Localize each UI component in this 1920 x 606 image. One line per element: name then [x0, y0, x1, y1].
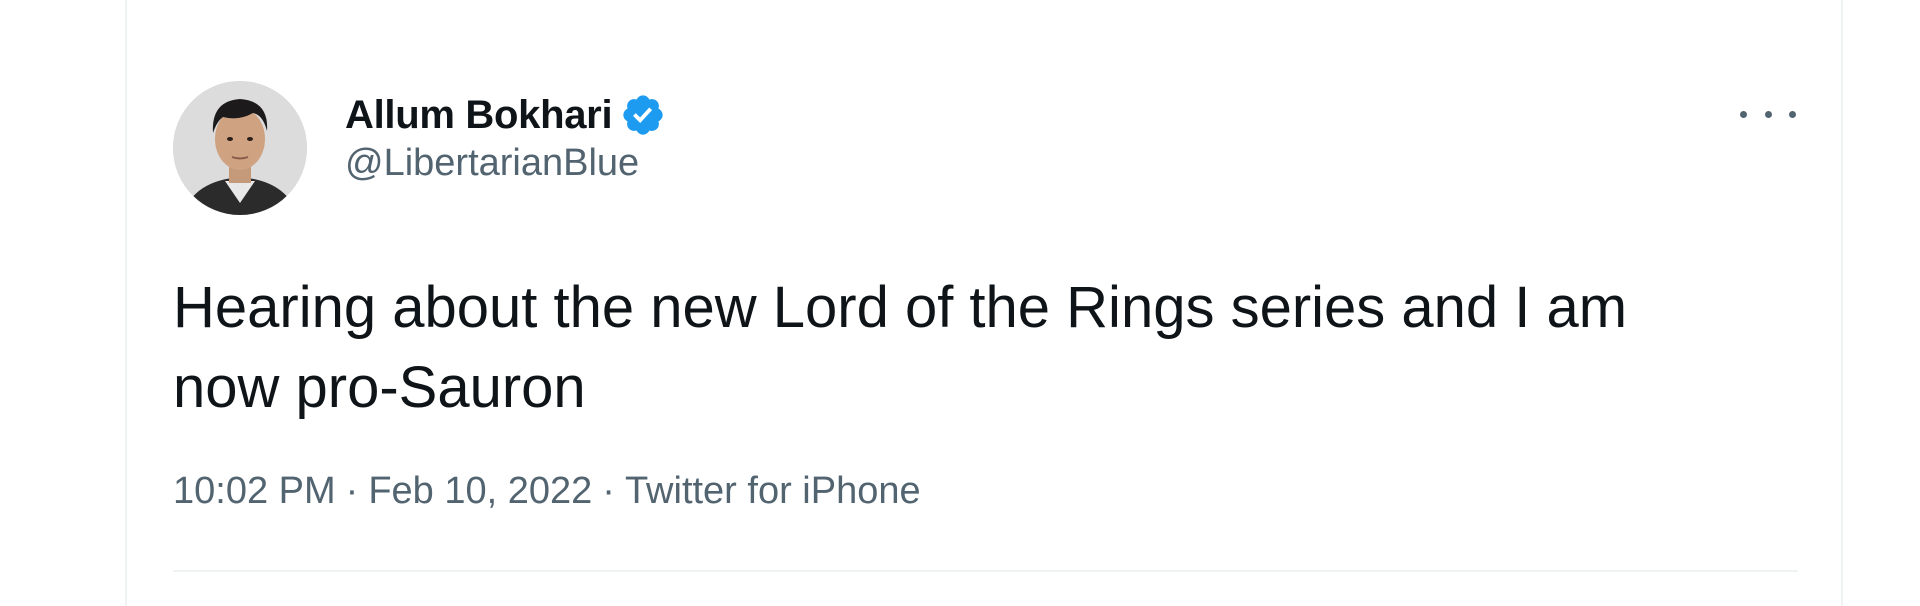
more-dot: [1740, 110, 1747, 118]
avatar[interactable]: [173, 81, 307, 215]
more-dot: [1789, 110, 1796, 118]
tweet-time[interactable]: 10:02 PM: [173, 470, 336, 513]
tweet-text: Hearing about the new Lord of the Rings …: [173, 275, 1628, 420]
author-block: Allum Bokhari @LibertarianBlue: [345, 88, 666, 185]
name-row: Allum Bokhari: [345, 88, 666, 142]
author-handle[interactable]: @LibertarianBlue: [345, 142, 666, 185]
meta-separator: ·: [602, 470, 615, 512]
meta-separator: ·: [345, 470, 359, 512]
more-options-icon[interactable]: [1740, 94, 1796, 134]
divider: [173, 570, 1798, 572]
more-dot: [1764, 110, 1772, 118]
author-display-name[interactable]: Allum Bokhari: [345, 93, 613, 138]
verified-badge-icon: [620, 92, 666, 138]
tweet-date[interactable]: Feb 10, 2022: [368, 470, 592, 513]
tweet-source[interactable]: Twitter for iPhone: [625, 470, 921, 513]
page: Allum Bokhari @LibertarianBlue Hearing a…: [0, 0, 1920, 606]
tweet-metadata: 10:02 PM · Feb 10, 2022 · Twitter for iP…: [173, 470, 921, 513]
